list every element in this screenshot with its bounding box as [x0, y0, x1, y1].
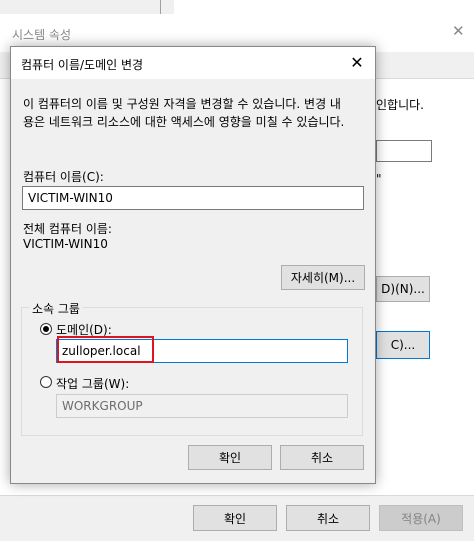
- background-cancel-label: 취소: [316, 511, 340, 526]
- background-apply-button[interactable]: 적용(A): [379, 505, 463, 531]
- system-properties-title: 시스템 속성: [12, 28, 72, 42]
- background-change-button-label: D)(N)...: [381, 282, 425, 296]
- background-ok-label: 확인: [223, 511, 247, 526]
- dialog-title: 컴퓨터 이름/도메인 변경: [21, 58, 144, 72]
- background-change-button[interactable]: D)(N)...: [376, 276, 430, 302]
- dialog-description-line-1: 이 컴퓨터의 이름 및 구성원 자격을 변경할 수 있습니다. 변경 내: [23, 97, 341, 111]
- background-top-strip: [0, 0, 161, 15]
- cancel-button[interactable]: 취소: [280, 445, 364, 470]
- background-partial-quote: ": [376, 172, 382, 186]
- background-partial-text: 인합니다.: [376, 98, 424, 112]
- full-computer-name-label: 전체 컴퓨터 이름:: [23, 222, 112, 236]
- dialog-description-line-2: 용은 네트워크 리소스에 대한 액세스에 영향을 미칠 수 있습니다.: [23, 115, 345, 129]
- background-apply-label: 적용(A): [401, 511, 441, 526]
- computer-name-domain-dialog: 컴퓨터 이름/도메인 변경 ✕ 이 컴퓨터의 이름 및 구성원 자격을 변경할 …: [10, 46, 376, 484]
- computer-name-label: 컴퓨터 이름(C):: [23, 170, 104, 184]
- background-ok-button[interactable]: 확인: [193, 505, 277, 531]
- workgroup-input[interactable]: WORKGROUP: [56, 394, 348, 418]
- background-top-strip-right: [174, 0, 474, 14]
- computer-name-value: VICTIM-WIN10: [28, 191, 113, 205]
- full-computer-name-value: VICTIM-WIN10: [23, 237, 108, 251]
- background-network-id-button[interactable]: C)...: [376, 331, 430, 359]
- background-description-field[interactable]: [376, 140, 432, 162]
- computer-name-input[interactable]: VICTIM-WIN10: [22, 186, 364, 210]
- workgroup-value: WORKGROUP: [62, 399, 143, 413]
- highlight-box: [57, 336, 154, 363]
- domain-radio[interactable]: [40, 323, 52, 335]
- more-button-label: 자세히(M)...: [290, 271, 356, 285]
- dialog-titlebar: 컴퓨터 이름/도메인 변경 ✕: [11, 47, 375, 79]
- more-button[interactable]: 자세히(M)...: [281, 265, 365, 290]
- background-cancel-button[interactable]: 취소: [286, 505, 370, 531]
- close-icon[interactable]: ✕: [347, 53, 367, 73]
- domain-radio-dot: [43, 326, 49, 332]
- ok-button-label: 확인: [218, 451, 242, 465]
- background-network-id-button-label: C)...: [390, 338, 416, 352]
- workgroup-label: 작업 그룹(W):: [56, 377, 130, 391]
- workgroup-radio[interactable]: [40, 376, 52, 388]
- member-of-label: 소속 그룹: [29, 300, 83, 317]
- cancel-button-label: 취소: [310, 451, 334, 465]
- close-icon[interactable]: ✕: [452, 22, 465, 40]
- ok-button[interactable]: 확인: [188, 445, 272, 470]
